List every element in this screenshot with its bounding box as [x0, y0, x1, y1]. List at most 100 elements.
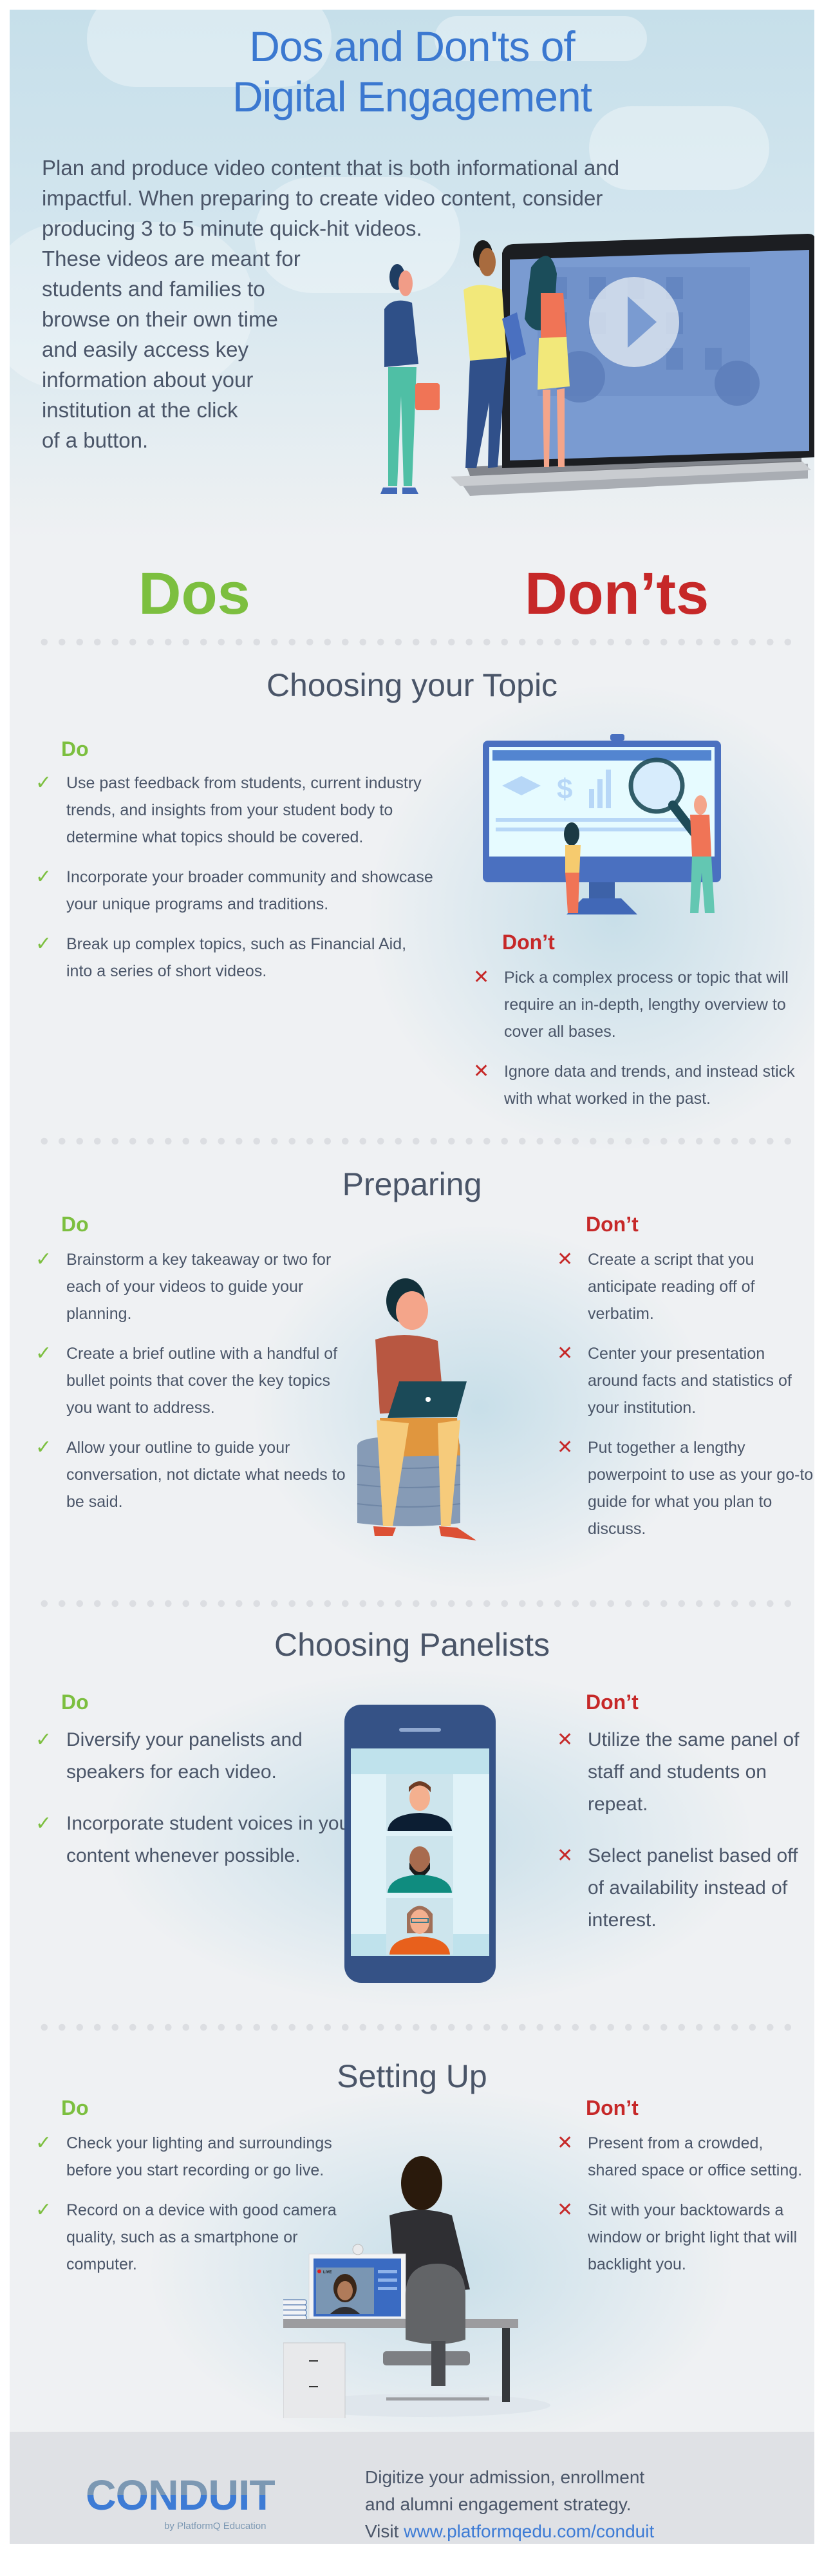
checkmark-icon: ✓ [35, 1813, 52, 1834]
dont-item-text: Put together a lengthy powerpoint to use… [588, 1439, 814, 1538]
dont-item: ✕ Present from a crowded, shared space or… [557, 2130, 814, 2184]
checkmark-icon: ✓ [35, 1249, 52, 1270]
do-item: ✓ Diversify your panelists and speakers f… [35, 1724, 357, 1788]
section-title-setting-up: Setting Up [337, 2058, 487, 2094]
dont-item: ✕ Create a script that you anticipate rea… [557, 1246, 814, 1327]
dotted-divider [35, 1599, 795, 1608]
checkmark-icon: ✓ [35, 1437, 52, 1458]
person-with-laptop-illustration [357, 1278, 476, 1540]
person-hair [401, 2156, 442, 2210]
dont-item-text: Ignore data and trends, and instead stic… [504, 1063, 795, 1108]
dotted-divider [35, 2023, 795, 2032]
person-shirt [464, 285, 507, 361]
dont-item-text: Create a script that you anticipate read… [588, 1251, 755, 1323]
do-label: Do [61, 1690, 89, 1714]
do-item: ✓ Use past feedback from students, curren… [35, 770, 435, 851]
footer-line-1: Digitize your admission, enrollment [365, 2467, 645, 2487]
dont-item-text: Pick a complex process or topic that wil… [504, 969, 789, 1041]
conduit-website-link[interactable]: www.platformqedu.com/conduit [404, 2521, 654, 2541]
do-label: Do [61, 737, 89, 761]
checkmark-icon: ✓ [35, 866, 52, 887]
do-item: ✓ Incorporate student voices in your cont… [35, 1808, 357, 1872]
do-item: ✓ Incorporate your broader community and … [35, 864, 435, 918]
do-item: ✓ Break up complex topics, such as Financ… [35, 931, 435, 985]
do-label: Do [61, 2096, 89, 2119]
do-item-text: Incorporate your broader community and s… [66, 868, 433, 913]
desk-webcam-illustration: LIVE [283, 2156, 550, 2418]
bag-icon [415, 383, 440, 410]
x-icon: ✕ [557, 1342, 574, 1365]
intro-line: Plan and produce video content that is b… [42, 156, 620, 180]
laptop-students-illustration [380, 234, 814, 496]
dotted-divider [35, 638, 795, 647]
checkmark-icon: ✓ [35, 2199, 52, 2221]
section-title-choosing-panelists: Choosing Panelists [274, 1627, 550, 1663]
footer: CONDUIT by PlatformQ Education Digitize … [10, 2432, 814, 2544]
footer-message: Digitize your admission, enrollment and … [365, 2464, 654, 2544]
live-indicator-icon [317, 2269, 321, 2273]
dos-header: Dos [138, 561, 250, 627]
dont-list-choosing-topic: ✕ Pick a complex process or topic that wi… [473, 964, 808, 1125]
checkmark-icon: ✓ [35, 772, 52, 793]
dont-list-preparing: ✕ Create a script that you anticipate rea… [557, 1246, 814, 1555]
dont-item-text: Center your presentation around facts an… [588, 1345, 792, 1417]
dont-item-text: Present from a crowded, shared space or … [588, 2134, 803, 2179]
do-item-text: Brainstorm a key takeaway or two for eac… [66, 1251, 332, 1323]
dont-list-setting-up: ✕ Present from a crowded, shared space or… [557, 2130, 814, 2291]
live-badge: LIVE [323, 2271, 332, 2275]
x-icon: ✕ [557, 2132, 574, 2154]
page-title: Dos and Don'ts of Digital Engagement [10, 21, 814, 122]
x-icon: ✕ [473, 966, 490, 989]
x-icon: ✕ [557, 1436, 574, 1459]
dont-label: Don’t [502, 931, 555, 954]
dont-list-choosing-panelists: ✕ Utilize the same panel of staff and stu… [557, 1724, 814, 1956]
hero-section: Dos and Don'ts of Digital Engagement Pla… [10, 10, 814, 544]
dont-item: ✕ Put together a lengthy powerpoint to us… [557, 1434, 814, 1542]
section-title-choosing-topic: Choosing your Topic [266, 667, 558, 703]
monitor-research-illustration: $ [483, 734, 721, 914]
section-title-preparing: Preparing [342, 1166, 482, 1202]
dont-item: ✕ Utilize the same panel of staff and stu… [557, 1724, 814, 1821]
dont-item: ✕ Ignore data and trends, and instead sti… [473, 1058, 808, 1112]
person-shirt [384, 300, 418, 367]
dollar-icon: $ [557, 773, 572, 805]
drawer-cabinet [283, 2342, 346, 2418]
infographic: Dos and Don'ts of Digital Engagement Pla… [10, 10, 814, 2544]
x-icon: ✕ [557, 1844, 574, 1867]
x-icon: ✕ [557, 2199, 574, 2221]
footer-line-3: Visit www.platformqedu.com/conduit [365, 2518, 654, 2544]
logo-subtitle: by PlatformQ Education [164, 2521, 267, 2532]
desk-top [283, 2319, 518, 2328]
x-icon: ✕ [473, 1060, 490, 1083]
do-item-text: Create a brief outline with a handful of… [66, 1345, 338, 1417]
do-list-preparing: ✓ Brainstorm a key takeaway or two for ea… [35, 1246, 357, 1528]
do-item-text: Diversify your panelists and speakers fo… [66, 1729, 303, 1783]
office-chair-back [406, 2264, 465, 2344]
do-item: ✓ Allow your outline to guide your conver… [35, 1434, 357, 1515]
webcam-icon [352, 2244, 364, 2255]
dont-label: Don’t [586, 1690, 639, 1714]
book-stack [283, 2299, 307, 2321]
dont-item-text: Utilize the same panel of staff and stud… [588, 1729, 800, 1815]
dont-item: ✕ Select panelist based off of availabili… [557, 1840, 814, 1937]
dont-item-text: Sit with your backtowards a window or br… [588, 2201, 798, 2273]
donts-header: Don’ts [525, 561, 709, 627]
dont-item: ✕ Sit with your backtowards a window or b… [557, 2197, 814, 2278]
dotted-divider [35, 1137, 795, 1146]
dont-item-text: Select panelist based off of availabilit… [588, 1845, 798, 1931]
conduit-logo[interactable]: CONDUIT [86, 2470, 276, 2519]
do-label: Do [61, 1213, 89, 1236]
do-list-choosing-topic: ✓ Use past feedback from students, curren… [35, 770, 435, 998]
do-item-text: Allow your outline to guide your convers… [66, 1439, 346, 1511]
title-line-1: Dos and Don'ts of [249, 23, 576, 70]
do-item-text: Break up complex topics, such as Financi… [66, 935, 407, 980]
checkmark-icon: ✓ [35, 933, 52, 954]
visit-label: Visit [365, 2521, 404, 2541]
do-item: ✓ Create a brief outline with a handful o… [35, 1340, 357, 1421]
intro-line: impactful. When preparing to create vide… [42, 186, 603, 210]
dont-label: Don’t [586, 2096, 639, 2119]
footer-line-2: and alumni engagement strategy. [365, 2494, 632, 2514]
smartphone-panelists-illustration [344, 1705, 496, 1983]
x-icon: ✕ [557, 1248, 574, 1271]
title-line-2: Digital Engagement [232, 73, 592, 120]
